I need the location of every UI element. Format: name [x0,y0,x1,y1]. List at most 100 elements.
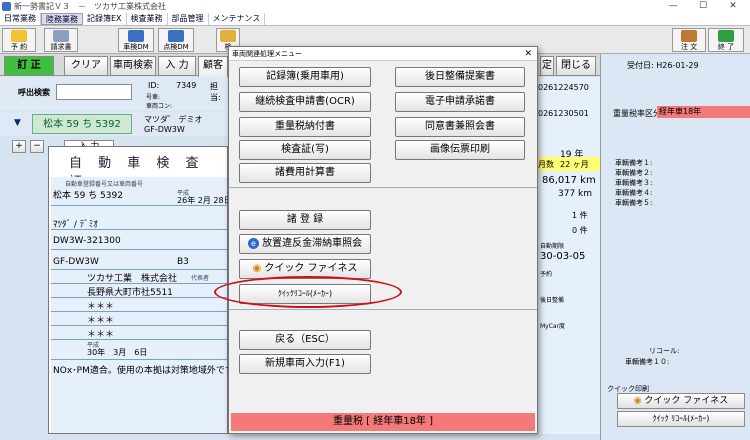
later-maintenance-proposal-button[interactable]: 後日整備提案書 [395,67,525,87]
image-slip-print-button[interactable]: 画像伝票印刷 [395,140,525,160]
model-type: GF-DW3W [53,257,99,267]
back-esc-button[interactable]: 戻る（ESC） [239,330,371,350]
reg-number-label: 自動車登録番号又は車両番号 [65,181,144,188]
collapse-minus-button[interactable]: − [30,140,44,153]
toolbar-inspection-dm-button[interactable]: 車検DM [118,28,154,52]
odometer-km: 86,017 km [542,175,596,186]
serial-number: DW3W-321300 [53,236,121,246]
call-search-input[interactable] [56,84,132,100]
phone2: 0261230501 [538,109,589,118]
divider [51,339,227,340]
engine-type: B3 [177,257,189,267]
dialog-close-button[interactable]: ✕ [524,47,532,61]
cost-calculation-button[interactable]: 諸費用計算書 [239,163,371,183]
calendar-icon [11,30,27,42]
divider [51,325,227,326]
owner-label: 担当: [210,82,221,102]
certificate-grid: 自動車登録番号又は車両番号 松本 59 ち 5392 平成 26年 2月 28日… [51,177,242,433]
maximize-button[interactable]: ☐ [690,0,716,13]
divider [51,269,227,270]
id-value: 7349 [176,81,197,90]
first-reg-year: 26 [177,196,188,205]
toolbar-order-button[interactable]: 注 文 [672,28,706,52]
menu-maintenance[interactable]: メンテナンス [209,13,266,25]
parking-violation-label: 放置違反金滞納車照会 [262,238,363,249]
settle-button[interactable]: 定 [540,56,554,76]
divider [51,283,227,284]
toolbar-exit-button[interactable]: 終 了 [708,28,744,52]
vehicle-note-5: 車輌備考５: [615,199,653,207]
toolbar-reserve-button[interactable]: 予 約 [2,28,36,52]
certificate-copy-button[interactable]: 検査証(写) [239,140,371,160]
id-label: ID: [148,81,160,90]
menu-record[interactable]: 記録簿EX [83,13,127,25]
clear-button[interactable]: クリア [64,56,108,76]
quick-finesse-button[interactable]: ◉ クイック ファイネス [617,393,745,409]
right-panel: 受付日: H26-01-29 重量税率区分: 経年車18年 車輌備考１: 車輌備… [600,54,750,440]
recall-label: リコール: [649,347,680,355]
parking-violation-inquiry-button[interactable]: e 放置違反金滞納車照会 [239,234,371,254]
vehicle-side-info: 0261224570 0261230501 19 年 月数 22 ヶ月 86,0… [538,77,600,434]
separator [229,309,537,310]
quick-recall-button[interactable]: ｸｲｯｸ ﾘｺｰﾙ(ﾒｰｶｰ) [617,411,745,427]
weight-tax-value: 経年車18年 [657,106,750,118]
title-bar: 新一勢書記Ｖ３ － ツカサ工業株式会社 — ☐ ✕ [0,0,750,13]
invoice-icon [53,30,69,42]
menu-land[interactable]: 陸務業務 [41,13,83,25]
vehicle-note-2: 車輌備考２: [615,169,653,177]
later-label: 後日整備 [540,297,565,304]
divider [51,205,227,206]
weight-tax-slip-button[interactable]: 重量税納付書 [239,117,371,137]
app-icon [2,2,11,11]
menu-inspection[interactable]: 検査業務 [127,13,168,25]
dm-icon [128,30,144,42]
e-application-consent-button[interactable]: 電子申請承諾書 [395,92,525,112]
finesse-icon: ◉ [252,263,262,274]
expand-arrow-icon[interactable]: ▼ [14,118,21,128]
vehicle-search-button[interactable]: 車両検索 [110,56,156,76]
menu-parts[interactable]: 部品管理 [168,13,209,25]
divider [51,229,227,230]
new-vehicle-input-button[interactable]: 新規車両入力(F1) [239,354,371,374]
exit-icon [718,30,734,42]
separator [229,187,537,188]
registration-button[interactable]: 諸 登 録 [239,210,371,230]
remaining-label: 月数 [538,160,554,169]
menu-bar: 日常業務 陸務業務 記録簿EX 検査業務 部品管理 メンテナンス [0,13,750,26]
quick-finesse-label: クイック ファイネス [644,396,729,406]
certificate-notes: NOx･PM適合。使用の本拠は対策地域外です。 [53,366,242,376]
expiry-date: 30年 3月 6日 [87,348,148,357]
dialog-title: 車両関連処理メニュー [229,47,537,61]
highlight-ellipse [214,276,402,308]
expiry-label: 自動期限 [540,243,565,250]
phone1: 0261224570 [538,83,589,92]
divider [51,249,227,250]
count1: 1 件 [572,211,588,220]
count2: 0 件 [572,226,588,235]
inspection-certificate: 自 動 車 検 査 証 自動車登録番号又は車両番号 松本 59 ち 5392 平… [48,146,242,434]
divider [51,359,227,360]
menu-daily[interactable]: 日常業務 [0,13,41,25]
renewal-application-button[interactable]: 継続検査申請書(OCR) [239,92,371,112]
correct-button[interactable]: 訂 正 [4,56,54,76]
vehicle-note-10: 車輌備考１０: [625,358,670,366]
toolbar-invoice-button[interactable]: 請求書 [44,28,78,52]
car-name-label: 車両コン: [146,103,173,110]
monthly-km: 377 km [558,189,593,199]
reserve-label: 予約 [540,271,553,278]
consent-inquiry-button[interactable]: 同意書兼照会書 [395,117,525,137]
record-book-button[interactable]: 記録簿(乗用車用) [239,67,371,87]
toolbar-check-dm-button[interactable]: 点検DM [158,28,194,52]
divider [51,311,227,312]
vehicle-note-3: 車輌備考３: [615,179,653,187]
order-icon [681,30,697,42]
close-record-button[interactable]: 閉じる [556,56,596,76]
weight-tax-footer: 重量税 [ 経年車18年 ] [231,413,535,431]
close-window-button[interactable]: ✕ [720,0,746,13]
minimize-button[interactable]: — [660,0,686,13]
search-area: 呼出検索 ID: 7349 担当: 号車: 車両コン: [0,77,228,111]
license-plate: 松本 59 ち 5392 [32,114,132,134]
divider [51,297,227,298]
input-button[interactable]: 入 力 [158,56,196,76]
expand-plus-button[interactable]: + [12,140,26,153]
